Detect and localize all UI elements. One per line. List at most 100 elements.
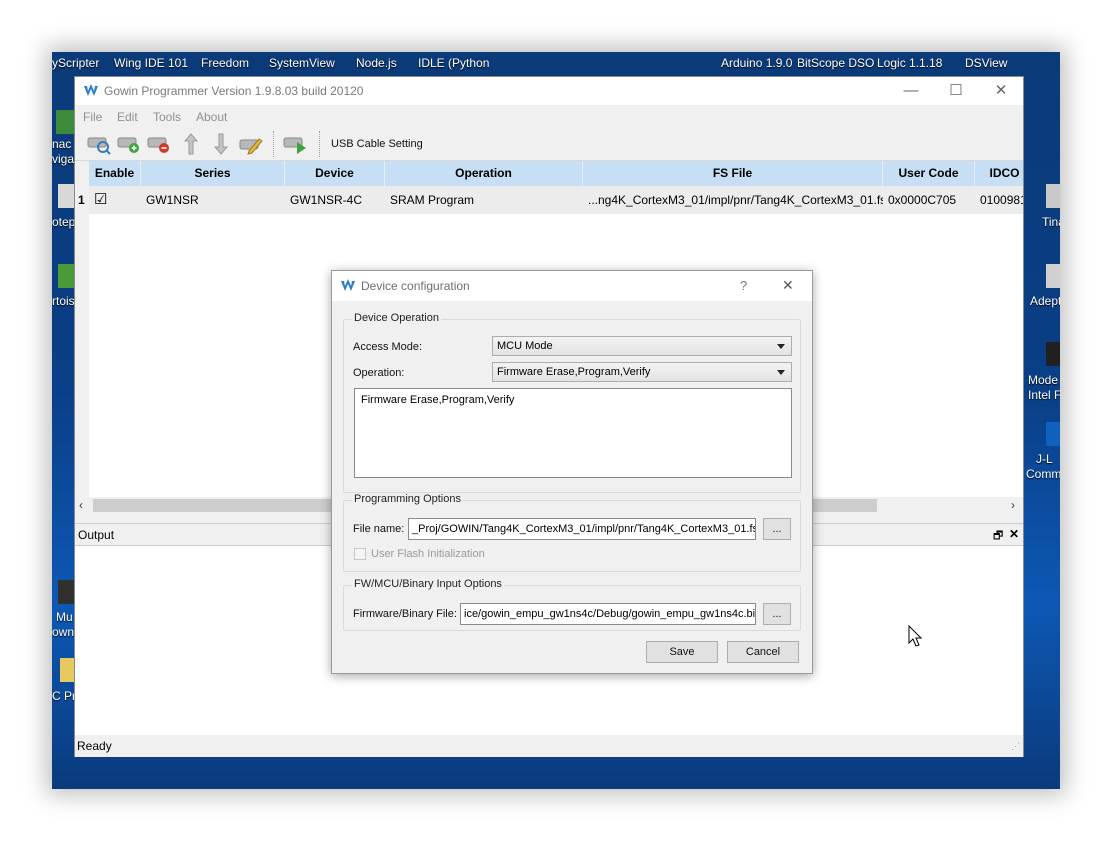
desktop-shortcut-dsview[interactable]: DSView <box>965 56 1007 70</box>
menu-edit[interactable]: Edit <box>117 110 138 124</box>
table-row[interactable]: 1 ☑ GW1NSR GW1NSR-4C SRAM Program ...ng4… <box>75 186 1023 214</box>
modelsim-icon[interactable] <box>1046 342 1060 366</box>
desktop-shortcut-systemview[interactable]: SystemView <box>269 56 335 70</box>
desktop-shortcut-bitscope[interactable]: BitScope DSO <box>797 56 874 70</box>
desktop-shortcut-arduino[interactable]: Arduino 1.9.0 <box>721 56 792 70</box>
column-header-device[interactable]: Device <box>285 161 385 186</box>
user-flash-checkbox[interactable] <box>354 548 366 560</box>
help-button[interactable]: ? <box>740 278 747 293</box>
firmware-file-input[interactable]: ice/gowin_empu_gw1ns4c/Debug/gowin_empu_… <box>460 603 756 625</box>
desktop: yScripter Wing IDE 101 Freedom SystemVie… <box>52 52 1060 789</box>
browse-fs-button[interactable]: ... <box>763 518 791 540</box>
chevron-down-icon <box>777 370 785 375</box>
enable-checkbox[interactable]: ☑ <box>89 186 141 214</box>
add-device-icon[interactable] <box>117 133 141 155</box>
row-number: 1 <box>75 186 89 214</box>
toolbar: USB Cable Setting <box>75 127 1023 161</box>
window-title: Gowin Programmer Version 1.9.8.03 build … <box>104 84 364 98</box>
fw-binary-options-group: FW/MCU/Binary Input Options Firmware/Bin… <box>343 578 801 631</box>
desktop-icon-label: viga <box>52 152 75 166</box>
cell-series: GW1NSR <box>146 193 199 207</box>
dialog-title-bar[interactable]: Device configuration ? ✕ <box>332 271 812 301</box>
dialog-title: Device configuration <box>361 279 470 293</box>
scan-device-icon[interactable] <box>87 133 111 155</box>
remove-device-icon[interactable] <box>147 133 171 155</box>
desktop-icon-label: nac <box>52 137 72 151</box>
menu-about[interactable]: About <box>196 110 227 124</box>
group-title: Programming Options <box>352 493 463 505</box>
toolbar-separator <box>273 131 274 157</box>
desktop-shortcut-nodejs[interactable]: Node.js <box>356 56 397 70</box>
desktop-shortcut-freedom[interactable]: Freedom <box>201 56 249 70</box>
toolbar-separator <box>319 131 320 157</box>
move-up-icon[interactable] <box>179 133 203 155</box>
desktop-icon-label: Tina <box>1042 215 1060 229</box>
minimize-button[interactable]: — <box>897 81 925 101</box>
desktop-icon-label: Mode <box>1028 373 1059 387</box>
desktop-icon-label: ownl <box>52 625 77 639</box>
programming-options-group: Programming Options File name: _Proj/GOW… <box>343 493 801 572</box>
device-configuration-dialog: Device configuration ? ✕ Device Operatio… <box>331 270 813 674</box>
jlink-icon[interactable] <box>1046 422 1060 446</box>
desktop-icon-label: otep <box>52 215 76 229</box>
desktop-shortcut-pyscripter[interactable]: yScripter <box>52 56 99 70</box>
column-header-series[interactable]: Series <box>141 161 285 186</box>
operation-select[interactable]: Firmware Erase,Program,Verify <box>492 362 792 382</box>
cell-fs-file[interactable]: ...ng4K_CortexM3_01/impl/pnr/Tang4K_Cort… <box>583 186 883 214</box>
cancel-button[interactable]: Cancel <box>727 641 799 663</box>
column-header-enable[interactable]: Enable <box>89 161 141 186</box>
desktop-app-icon[interactable] <box>56 110 76 134</box>
save-button[interactable]: Save <box>646 641 718 663</box>
maximize-button[interactable]: ☐ <box>942 81 970 101</box>
desktop-icon-label: Mu <box>56 610 73 624</box>
desktop-shortcut-idle[interactable]: IDLE (Python <box>418 56 489 70</box>
group-title: FW/MCU/Binary Input Options <box>352 578 504 590</box>
program-run-icon[interactable] <box>283 133 307 155</box>
scroll-right-icon[interactable]: › <box>1011 498 1015 512</box>
gowin-programmer-window: Gowin Programmer Version 1.9.8.03 build … <box>74 76 1024 757</box>
dialog-close-button[interactable]: ✕ <box>782 277 794 294</box>
menu-bar: File Edit Tools About <box>75 105 1023 127</box>
menu-file[interactable]: File <box>83 110 102 124</box>
file-name-input[interactable]: _Proj/GOWIN/Tang4K_CortexM3_01/impl/pnr/… <box>408 518 756 540</box>
adept-icon[interactable] <box>1046 264 1060 288</box>
desktop-icon-label: Comm <box>1026 467 1060 481</box>
status-bar: Ready ⋰ <box>75 735 1023 757</box>
title-bar[interactable]: Gowin Programmer Version 1.9.8.03 build … <box>75 77 1023 105</box>
browse-firmware-button[interactable]: ... <box>763 603 791 625</box>
column-header-idcode[interactable]: IDCO <box>975 161 1023 186</box>
gowin-logo-icon <box>341 279 355 291</box>
scroll-left-icon[interactable]: ‹ <box>79 498 83 512</box>
move-down-icon[interactable] <box>209 133 233 155</box>
user-flash-label: User Flash Initialization <box>371 548 485 560</box>
chevron-down-icon <box>777 344 785 349</box>
status-text: Ready <box>77 739 112 753</box>
file-name-label: File name: <box>353 523 405 535</box>
device-operation-group: Device Operation Access Mode: MCU Mode O… <box>343 312 801 493</box>
close-panel-icon[interactable]: ✕ <box>1009 527 1019 541</box>
column-header-fs-file[interactable]: FS File <box>583 161 883 186</box>
desktop-icon-label: C Pr <box>52 689 76 703</box>
desktop-shortcut-logic[interactable]: Logic 1.1.18 <box>877 56 942 70</box>
mouse-cursor-icon <box>908 625 922 647</box>
float-panel-icon[interactable]: 🗗 <box>993 527 1003 546</box>
gowin-logo-icon <box>84 84 98 96</box>
output-title: Output <box>78 528 115 542</box>
desktop-icon-label: J-L <box>1036 452 1053 466</box>
group-title: Device Operation <box>352 312 441 324</box>
column-header-user-code[interactable]: User Code <box>883 161 975 186</box>
usb-cable-setting-button[interactable]: USB Cable Setting <box>331 138 423 150</box>
access-mode-value: MCU Mode <box>497 340 553 352</box>
access-mode-select[interactable]: MCU Mode <box>492 336 792 356</box>
resize-grip-icon[interactable]: ⋰ <box>1011 741 1020 752</box>
cell-idcode: 0100981B <box>980 193 1023 207</box>
menu-tools[interactable]: Tools <box>153 110 181 124</box>
desktop-icon-label: Adept <box>1030 294 1060 308</box>
edit-config-icon[interactable] <box>239 133 263 155</box>
desktop-shortcut-wing-ide[interactable]: Wing IDE 101 <box>114 56 188 70</box>
column-header-operation[interactable]: Operation <box>385 161 583 186</box>
cell-operation[interactable]: SRAM Program <box>385 186 583 214</box>
operation-description: Firmware Erase,Program,Verify <box>354 388 792 478</box>
tina-icon[interactable] <box>1046 184 1060 208</box>
close-button[interactable]: ✕ <box>987 81 1015 101</box>
